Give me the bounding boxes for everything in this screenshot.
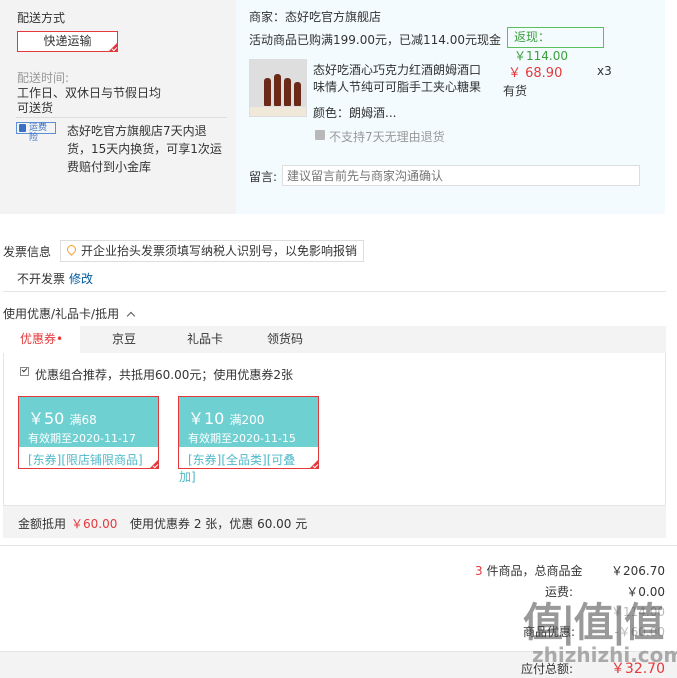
watermark-logo: 值|值|值 <box>523 600 664 646</box>
tab-coupons[interactable]: 优惠券• <box>3 326 80 353</box>
shipping-heading: 配送方式 <box>17 11 66 25</box>
coupon-validity: 有效期至2020-11-17 <box>28 432 136 445</box>
return-policy: 不支持7天无理由退货 <box>329 130 445 144</box>
coupon-scope: [东券][限店铺限商品] <box>28 453 143 467</box>
message-input[interactable] <box>282 165 640 186</box>
promo-text: 活动商品已购满199.00元，已减114.00元现金 <box>249 33 501 47</box>
divider <box>16 117 227 118</box>
insurance-text: 态好吃官方旗舰店7天内退 货，15天内换货，可享1次运 费赔付到小金库 <box>67 124 222 174</box>
delivery-time-line2: 可送货 <box>17 101 54 115</box>
check-corner-icon <box>108 42 118 52</box>
tab-gift-card[interactable]: 礼品卡 <box>187 326 223 353</box>
coupon-validity: 有效期至2020-11-15 <box>188 432 296 445</box>
discount-summary-detail: 使用优惠券 2 张，优惠 60.00 元 <box>130 517 308 531</box>
goods-total-value: ￥206.70 <box>611 564 665 578</box>
invoice-status: 不开发票 <box>17 272 66 286</box>
message-label: 留言: <box>249 170 278 184</box>
store-name: 商家：态好吃官方旗舰店 <box>249 10 382 24</box>
invoice-tip: 开企业抬头发票须填写纳税人识别号，以免影响报销 <box>60 240 364 262</box>
divider <box>0 545 677 546</box>
shield-icon: 运费险 <box>16 122 56 143</box>
shipping-method-label: 快递运输 <box>43 34 92 48</box>
stock-status: 有货 <box>503 84 528 98</box>
discount-tabs: 优惠券• 京豆 礼品卡 领货码 <box>3 326 666 353</box>
product-title-link[interactable]: 态好吃酒心巧克力红酒朗姆酒口 味情人节纯可可脂手工夹心糖果 <box>313 62 493 96</box>
coupon-amount: ￥50 满68 <box>28 409 97 428</box>
divider <box>3 291 666 292</box>
invoice-heading: 发票信息 <box>3 245 52 259</box>
coupon-recommend-text: 优惠组合推荐，共抵用60.00元；使用优惠券2张 <box>35 368 293 382</box>
goods-total-label: 3 件商品，总商品金 <box>475 564 583 578</box>
watermark-url: zhizhizhi.com <box>532 643 677 667</box>
discount-summary-label: 金额抵用 <box>18 517 67 531</box>
checkbox-icon[interactable] <box>20 367 29 376</box>
coupon-amount: ￥10 满200 <box>188 409 265 428</box>
product-quantity: x3 <box>597 64 612 78</box>
shipping-method-express-button[interactable]: 快递运输 <box>17 31 118 52</box>
invoice-edit-link[interactable]: 修改 <box>69 270 93 287</box>
product-thumbnail[interactable] <box>249 59 307 117</box>
check-corner-icon <box>149 459 159 469</box>
discount-summary-amount: ￥60.00 <box>71 517 118 531</box>
discount-toggle[interactable]: 使用优惠/礼品卡/抵用 <box>3 305 136 322</box>
product-price: ￥ 68.90 <box>508 66 563 81</box>
chevron-up-icon <box>126 311 136 321</box>
check-corner-icon <box>309 459 319 469</box>
coupon-card[interactable]: ￥50 满68 有效期至2020-11-17 [东券][限店铺限商品] <box>18 396 159 469</box>
coupon-card[interactable]: ￥10 满200 有效期至2020-11-15 [东券][全品类][可叠 加] <box>178 396 319 484</box>
cashback-badge: 返现：￥114.00 <box>507 27 604 63</box>
product-color: 颜色：朗姆酒... <box>313 106 397 120</box>
location-pin-icon <box>65 243 78 256</box>
no-return-icon <box>315 130 325 140</box>
discount-heading: 使用优惠/礼品卡/抵用 <box>3 307 120 321</box>
tab-jingdou[interactable]: 京豆 <box>112 326 136 353</box>
tab-pickup-code[interactable]: 领货码 <box>267 326 303 353</box>
coupon-scope: [东券][全品类][可叠 加] <box>179 453 296 484</box>
